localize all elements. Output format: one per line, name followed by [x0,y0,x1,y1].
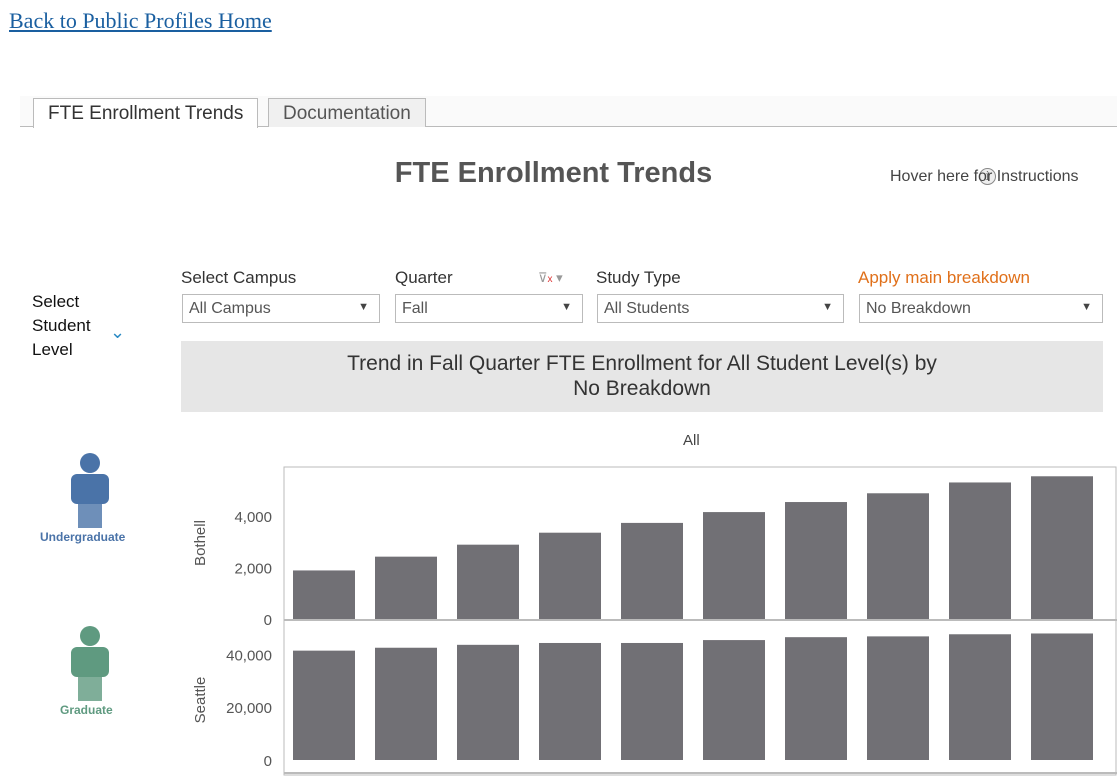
bar-bothell [1031,476,1093,619]
bar-bothell [703,512,765,619]
bar-bothell [867,493,929,619]
bar-seattle [293,650,355,760]
bar-bothell [457,544,519,619]
bar-seattle [621,642,683,760]
bar-seattle [703,640,765,760]
bar-bothell [539,532,601,619]
y-tick-label: 4,000 [234,509,272,526]
bar-seattle [457,644,519,760]
bar-seattle [949,634,1011,760]
y-tick-label: 40,000 [226,647,272,664]
pane-label: Seattle [192,677,209,724]
bar-bothell [785,502,847,619]
bar-bothell [293,570,355,619]
bar-seattle [867,636,929,760]
bar-seattle [785,637,847,760]
bar-bothell [621,522,683,619]
y-tick-label: 2,000 [234,560,272,577]
bar-bothell [375,556,437,619]
pane-label: Bothell [192,520,209,566]
bar-seattle [1031,633,1093,760]
bar-seattle [539,642,601,760]
y-tick-label: 0 [264,612,272,629]
bar-chart: 0 2,000 4,000 Bothell 0 20,000 40,000 Seattle [192,466,1117,776]
y-tick-label: 20,000 [226,700,272,717]
bar-bothell [949,482,1011,619]
bar-seattle [375,647,437,760]
y-tick-label: 0 [264,753,272,770]
